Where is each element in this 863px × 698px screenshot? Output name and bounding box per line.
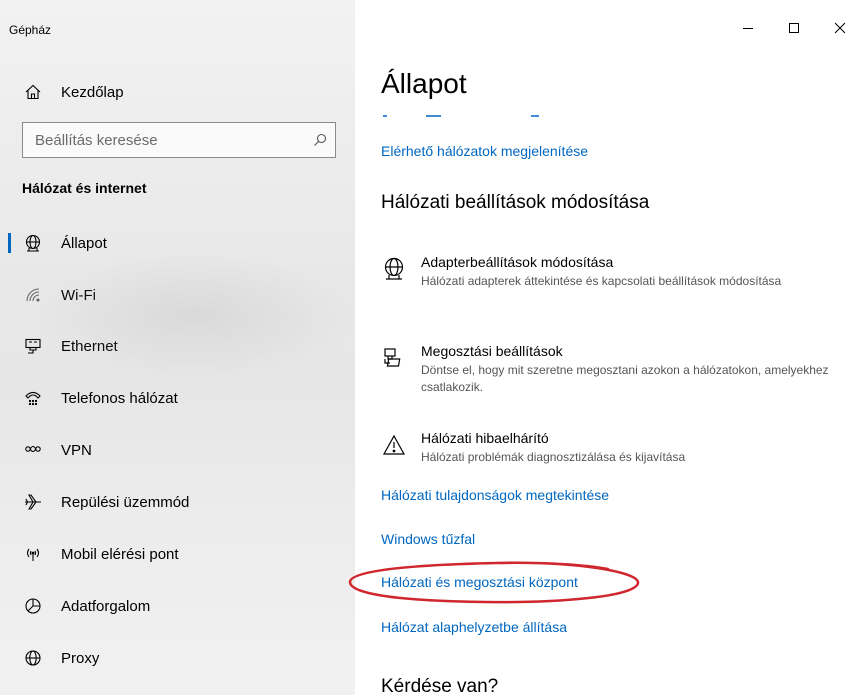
window-controls [725,12,863,44]
sharing-icon [381,345,407,371]
minimize-icon [743,28,753,29]
page-title: Állapot [381,68,467,99]
sidebar-item-label: VPN [61,441,92,459]
setting-desc: Döntse el, hogy mit szeretne megosztani … [421,363,829,394]
section-change-title: Hálózati beállítások módosítása [381,192,650,213]
link-network-properties[interactable]: Hálózati tulajdonságok megtekintése [381,487,609,503]
setting-troubleshooter[interactable]: Hálózati hibaelhárító Hálózati problémák… [381,430,851,472]
sidebar: Gépház Kezdőlap Beállítás keresése Hálóz… [0,0,355,695]
setting-title: Megosztási beállítások [421,343,563,359]
adapter-globe-icon [381,256,407,282]
sidebar-item-label: Mobil elérési pont [61,545,179,563]
link-network-reset[interactable]: Hálózat alaphelyzetbe állítása [381,619,567,635]
scrolled-content-fragment [383,115,539,117]
sidebar-item-label: Telefonos hálózat [61,389,178,407]
setting-title: Adapterbeállítások módosítása [421,254,614,270]
sidebar-item-wifi[interactable]: Wi-Fi [0,277,355,313]
setting-desc: Hálózati problémák diagnosztizálása és k… [421,450,686,464]
wifi-icon [23,285,43,305]
sidebar-item-ethernet[interactable]: Ethernet [0,328,355,364]
ethernet-icon [23,336,43,356]
setting-sharing[interactable]: Megosztási beállítások Döntse el, hogy m… [381,343,851,403]
link-windows-firewall[interactable]: Windows tűzfal [381,531,475,547]
sidebar-item-label: Wi-Fi [61,286,96,304]
data-usage-icon [23,596,43,616]
sidebar-item-label: Proxy [61,649,100,667]
link-network-sharing-center[interactable]: Hálózati és megosztási központ [381,574,578,590]
status-globe-icon [23,233,43,253]
home-icon [23,82,43,102]
nav-home-label: Kezdőlap [61,83,124,101]
sidebar-item-label: Ethernet [61,337,118,355]
setting-adapter[interactable]: Adapterbeállítások módosítása Hálózati a… [381,254,851,314]
close-icon [834,22,846,34]
main-content: Állapot Elérhető hálózatok megjelenítése… [355,0,863,697]
hotspot-icon [23,544,43,564]
vpn-icon [23,440,43,460]
nav-home[interactable]: Kezdőlap [23,80,124,104]
sidebar-item-repulesi[interactable]: Repülési üzemmód [0,484,355,520]
dialup-icon [23,388,43,408]
sidebar-item-telefonos[interactable]: Telefonos hálózat [0,380,355,416]
app-title: Gépház [9,23,52,37]
sidebar-item-proxy[interactable]: Proxy [0,640,355,676]
search-placeholder: Beállítás keresése [35,131,158,149]
proxy-globe-icon [23,648,43,668]
search-input[interactable]: Beállítás keresése [22,122,336,158]
sidebar-item-vpn[interactable]: VPN [0,432,355,468]
sidebar-item-allapot[interactable]: Állapot [0,225,355,261]
maximize-icon [789,23,799,33]
warning-icon [381,432,407,458]
sidebar-section-title: Hálózat és internet [22,180,147,196]
sidebar-item-label: Repülési üzemmód [61,493,190,511]
show-networks-link[interactable]: Elérhető hálózatok megjelenítése [381,143,588,159]
maximize-button[interactable] [771,12,817,44]
setting-desc: Hálózati adapterek áttekintése és kapcso… [421,274,782,288]
sidebar-item-mobil[interactable]: Mobil elérési pont [0,536,355,572]
sidebar-item-label: Adatforgalom [61,597,151,615]
sidebar-item-adatforgalom[interactable]: Adatforgalom [0,588,355,624]
sidebar-item-label: Állapot [61,234,107,252]
minimize-button[interactable] [725,12,771,44]
search-icon[interactable] [305,133,335,147]
setting-title: Hálózati hibaelhárító [421,430,549,446]
close-button[interactable] [817,12,863,44]
airplane-icon [23,492,43,512]
